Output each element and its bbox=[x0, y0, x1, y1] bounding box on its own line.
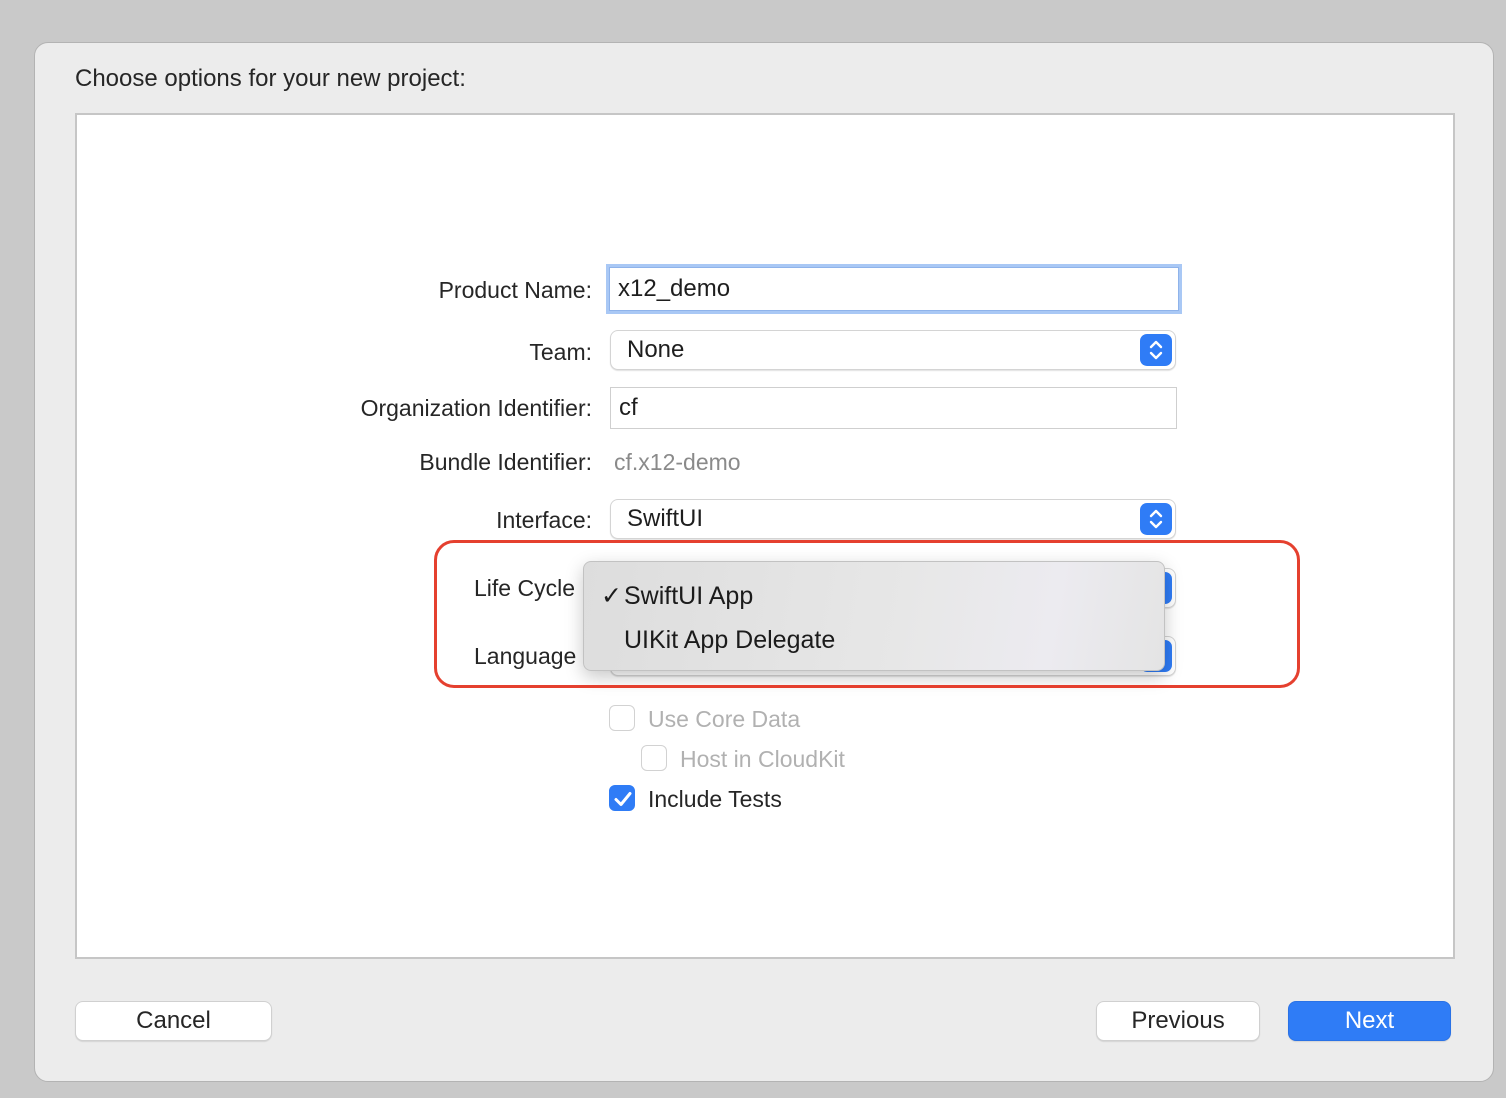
next-button[interactable]: Next bbox=[1288, 1001, 1451, 1041]
life-cycle-label: Life Cycle bbox=[474, 575, 575, 601]
organization-identifier-field[interactable]: cf bbox=[610, 387, 1177, 429]
menu-item-uikit-app-delegate[interactable]: UIKit App Delegate bbox=[584, 620, 1164, 660]
product-name-field[interactable]: x12_demo bbox=[609, 267, 1179, 311]
bundle-identifier-value: cf.x12-demo bbox=[614, 449, 741, 475]
interface-popup-value: SwiftUI bbox=[627, 505, 704, 532]
host-in-cloudkit-checkbox[interactable] bbox=[641, 745, 667, 771]
sheet-title: Choose options for your new project: bbox=[75, 65, 466, 92]
interface-label: Interface: bbox=[496, 507, 592, 533]
team-popup[interactable]: None bbox=[610, 330, 1176, 370]
team-popup-value: None bbox=[627, 336, 685, 363]
life-cycle-menu: ✓ SwiftUI App UIKit App Delegate bbox=[583, 561, 1165, 671]
language-label: Language bbox=[474, 643, 577, 669]
checkmark-icon bbox=[614, 792, 632, 806]
use-core-data-label: Use Core Data bbox=[648, 706, 801, 732]
menu-item-swiftui-app[interactable]: ✓ SwiftUI App bbox=[584, 576, 1164, 616]
previous-button[interactable]: Previous bbox=[1096, 1001, 1260, 1041]
include-tests-label: Include Tests bbox=[648, 786, 782, 812]
chevron-up-down-icon bbox=[1140, 503, 1172, 535]
bundle-identifier-label: Bundle Identifier: bbox=[419, 449, 592, 475]
menu-item-label: UIKit App Delegate bbox=[624, 625, 836, 654]
cancel-button[interactable]: Cancel bbox=[75, 1001, 272, 1041]
product-name-label: Product Name: bbox=[438, 277, 592, 303]
menu-item-label: SwiftUI App bbox=[624, 581, 754, 610]
organization-identifier-label: Organization Identifier: bbox=[360, 395, 592, 421]
include-tests-checkbox[interactable] bbox=[609, 785, 635, 811]
chevron-up-down-icon bbox=[1140, 334, 1172, 366]
interface-popup[interactable]: SwiftUI bbox=[610, 499, 1176, 539]
checkmark-icon: ✓ bbox=[601, 582, 622, 610]
host-in-cloudkit-label: Host in CloudKit bbox=[680, 746, 845, 772]
team-label: Team: bbox=[529, 339, 592, 365]
use-core-data-checkbox[interactable] bbox=[609, 705, 635, 731]
